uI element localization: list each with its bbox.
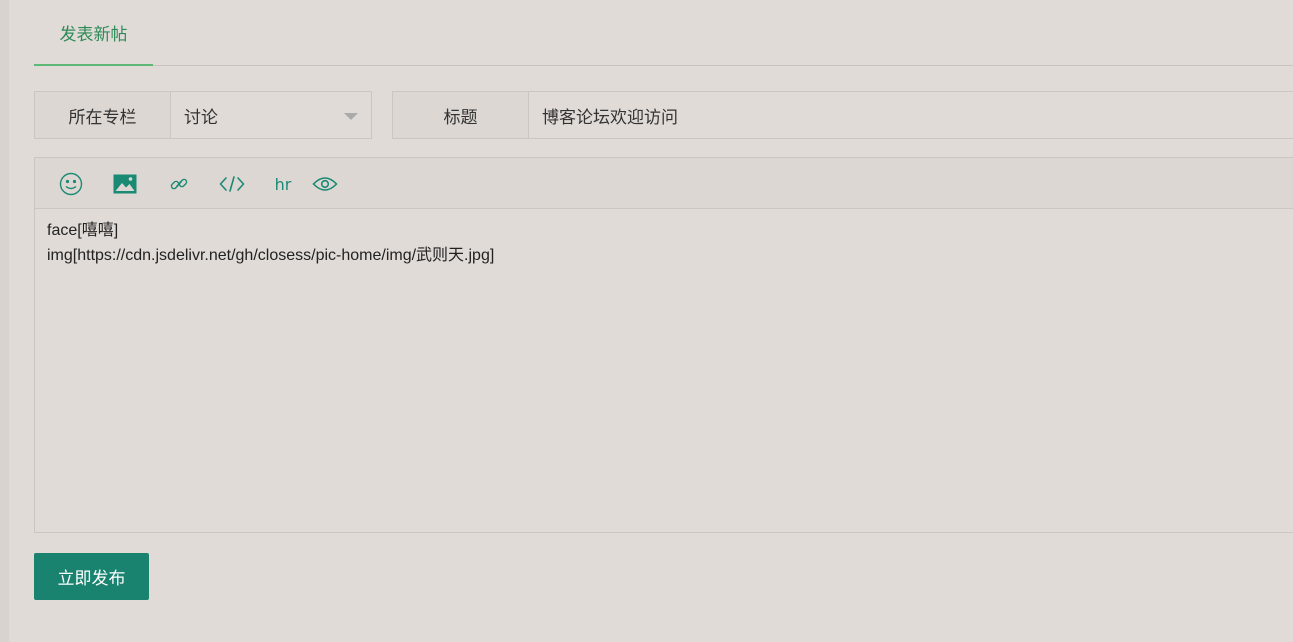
category-field: 所在专栏 讨论 [34, 91, 372, 139]
tab-bar: 发表新帖 [34, 0, 1293, 66]
preview-icon[interactable] [311, 170, 339, 198]
chevron-down-icon [344, 113, 358, 120]
category-select[interactable]: 讨论 [171, 92, 371, 138]
image-icon[interactable] [111, 170, 139, 198]
category-selected-value: 讨论 [184, 107, 218, 128]
face-icon[interactable] [57, 170, 85, 198]
title-input[interactable] [529, 92, 1293, 138]
code-icon[interactable] [218, 170, 246, 198]
tab-new-post[interactable]: 发表新帖 [34, 0, 153, 66]
hr-button[interactable]: hr [269, 170, 297, 198]
editor-toolbar: hr [35, 158, 1293, 209]
post-editor: hr face[嘻嘻] img[https://cdn.jsdelivr.net… [34, 157, 1293, 533]
link-icon[interactable] [165, 170, 193, 198]
publish-button[interactable]: 立即发布 [34, 553, 149, 600]
left-edge-strip [0, 0, 9, 642]
post-content-textarea[interactable]: face[嘻嘻] img[https://cdn.jsdelivr.net/gh… [35, 210, 1293, 532]
category-label: 所在专栏 [35, 92, 171, 138]
title-field: 标题 [392, 91, 1293, 139]
title-label: 标题 [393, 92, 529, 138]
